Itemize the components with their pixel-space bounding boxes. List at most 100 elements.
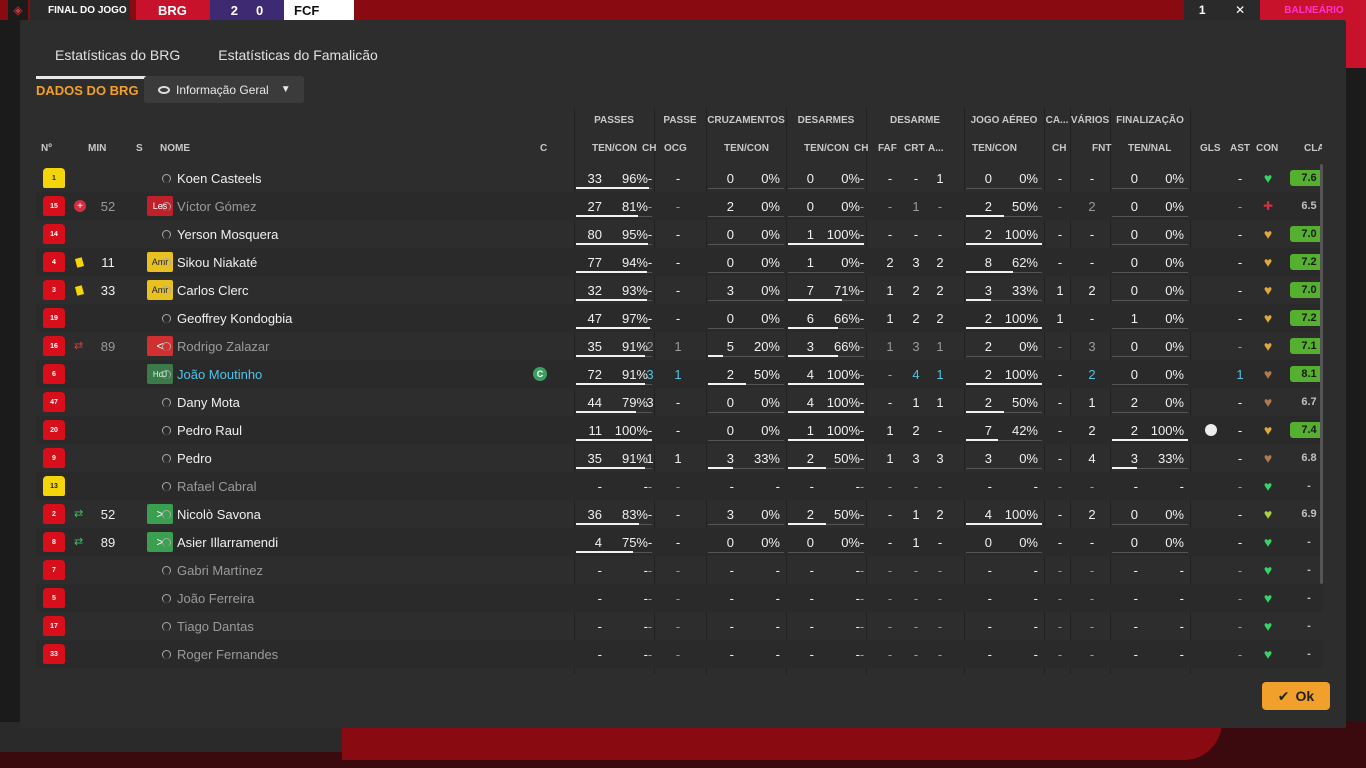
column-header-ast[interactable]: AST: [1230, 143, 1254, 154]
player-name[interactable]: Geoffrey Kondogbia: [162, 304, 522, 332]
table-row[interactable]: 17 Tiago Dantas - - - - - - - - - - - - - - - - - - - ♥ -: [36, 612, 1322, 640]
table-row[interactable]: 4 11 Amr Sikou Niakaté 77 94% - -0 0% 1 0% -2 3 2 8 62%…: [36, 248, 1322, 276]
player-name[interactable]: João Ferreira: [162, 584, 522, 612]
player-name[interactable]: Dany Mota: [162, 388, 522, 416]
player-name-text[interactable]: Geoffrey Kondogbia: [177, 311, 292, 326]
column-header-c[interactable]: C: [540, 143, 560, 154]
table-row[interactable]: 13 Rafael Cabral - - - - - - - - - - - - - - - - - - - ♥ -: [36, 472, 1322, 500]
desarme-crt: 2: [912, 310, 920, 326]
passe-ch: -: [647, 170, 653, 186]
player-name[interactable]: Tiago Dantas: [162, 612, 522, 640]
table-row[interactable]: 19 Geoffrey Kondogbia 47 97% - -0 0% 6 66% -1 2 2 2 1…: [36, 304, 1322, 332]
section-title: DADOS DO BRG: [36, 83, 139, 98]
table-row[interactable]: 5 João Ferreira - - - - - - - - - - - - - - - - - - - ♥ -: [36, 584, 1322, 612]
player-name-text[interactable]: Carlos Clerc: [177, 283, 249, 298]
player-name[interactable]: Pedro: [162, 444, 522, 472]
column-header-passe_ch[interactable]: CH: [642, 143, 662, 154]
rating-badge: 7.2: [1290, 254, 1322, 270]
column-header-s[interactable]: S: [136, 143, 156, 154]
column-header-fnt[interactable]: FNT: [1092, 143, 1116, 154]
player-name[interactable]: Rodrigo Zalazar: [162, 332, 522, 360]
condition-heart-icon: ♥: [1263, 646, 1273, 662]
player-name[interactable]: Sikou Niakaté: [162, 248, 522, 276]
column-header-des_faf[interactable]: FAF: [878, 143, 902, 154]
player-name-text[interactable]: João Ferreira: [177, 591, 254, 606]
player-name-text[interactable]: Rodrigo Zalazar: [177, 339, 270, 354]
tab-famalicao-stats[interactable]: Estatísticas do Famalicão: [199, 42, 397, 79]
desarme-ch: -: [859, 394, 865, 410]
stat-bar-fill: [788, 327, 838, 329]
player-name-text[interactable]: Nicolò Savona: [177, 507, 261, 522]
column-header-passe_ocg[interactable]: OCG: [664, 143, 692, 154]
minute: [96, 640, 120, 668]
table-row[interactable]: 14 Yerson Mosquera 80 95% - -0 0% 1 100% - - - -2 100…: [36, 220, 1322, 248]
column-header-gls[interactable]: GLS: [1200, 143, 1224, 154]
ok-button[interactable]: ✔ Ok: [1262, 682, 1330, 710]
player-name[interactable]: Rafael Cabral: [162, 472, 522, 500]
table-row[interactable]: 8 ⇄ 89 > Asier Illarramendi 4 75% - -0 0% 0 0% - -1-0…: [36, 528, 1322, 556]
player-name[interactable]: Víctor Gómez: [162, 192, 522, 220]
player-name[interactable]: Yerson Mosquera: [162, 220, 522, 248]
desarme-a: 2: [936, 282, 944, 298]
dressing-room-button[interactable]: BALNEÁRIO: [1262, 0, 1366, 20]
player-name-text[interactable]: Gabri Martínez: [177, 563, 263, 578]
player-name-text[interactable]: Yerson Mosquera: [177, 227, 278, 242]
player-name[interactable]: Carlos Clerc: [162, 276, 522, 304]
player-name-text[interactable]: Pedro Raul: [177, 423, 242, 438]
table-row[interactable]: 3 33 Amr Carlos Clerc 32 93% - -3 0% 7 71% -1 2 2 3 33%…: [36, 276, 1322, 304]
table-row[interactable]: 6 HdJ João Moutinho C 72 91% 3 1 2 50% 4 100% - -4 1 2 1…: [36, 360, 1322, 388]
player-name[interactable]: Roger Fernandes: [162, 640, 522, 668]
table-scrollbar[interactable]: [1320, 164, 1323, 584]
group-header-desarme: DESARME: [889, 115, 940, 126]
player-name-text[interactable]: Pedro: [177, 451, 212, 466]
player-name[interactable]: João Moutinho: [162, 360, 522, 388]
column-header-ca_ch[interactable]: CH: [1052, 143, 1072, 154]
player-name-text[interactable]: Víctor Gómez: [177, 199, 256, 214]
player-name-text[interactable]: Sikou Niakaté: [177, 255, 257, 270]
column-header-min[interactable]: MIN: [88, 143, 118, 154]
table-row[interactable]: 1 Koen Casteels 33 96% - -0 0% 0 0% - - -1 0 0% - -0 0% -…: [36, 164, 1322, 192]
table-row[interactable]: 20 Pedro Raul 11 100% - -0 0% 1 100% -1 2-7 42% -2 2 1…: [36, 416, 1322, 444]
player-name[interactable]: Gabri Martínez: [162, 556, 522, 584]
player-name[interactable]: Pedro Raul: [162, 416, 522, 444]
player-name-text[interactable]: Asier Illarramendi: [177, 535, 278, 550]
column-header-des_crt[interactable]: CRT: [904, 143, 928, 154]
match-controls[interactable]: 1 ✕: [1184, 0, 1260, 20]
column-header-nome[interactable]: NOME: [160, 143, 240, 154]
tab-brg-stats[interactable]: Estatísticas do BRG: [36, 42, 200, 79]
player-name-text[interactable]: Rafael Cabral: [177, 479, 257, 494]
table-row[interactable]: 33 Roger Fernandes - - - - - - - - - - - - - - - - - - - ♥ -: [36, 640, 1322, 668]
minute: 33: [100, 282, 116, 298]
table-row[interactable]: 15 +52 Les Víctor Gómez 27 81% - -2 0% 0 0% - -1-2 50…: [36, 192, 1322, 220]
view-dropdown[interactable]: Informação Geral ▼: [144, 76, 304, 103]
table-row[interactable]: 16 ⇄ 89 < Rodrigo Zalazar 35 91% 2 1 5 20% 3 66% -1 3 1…: [36, 332, 1322, 360]
player-name-text[interactable]: Tiago Dantas: [177, 619, 254, 634]
stat-bar-track: [1112, 300, 1188, 301]
column-header-aereo[interactable]: TEN/CON: [972, 143, 1032, 154]
column-header-cla[interactable]: CLA: [1304, 143, 1322, 154]
column-header-cruz[interactable]: TEN/CON: [724, 143, 784, 154]
rating-badge: -: [1307, 564, 1311, 576]
condition-heart-icon: ♥: [1263, 478, 1273, 494]
column-header-des_ch[interactable]: CH: [854, 143, 874, 154]
table-row[interactable]: 9 Pedro 35 91% 1 1 3 33% 2 50% -1 3 3 3 0% -4 3 33% - ♥ 6.8: [36, 444, 1322, 472]
control-count[interactable]: 1: [1199, 3, 1206, 17]
player-name-text[interactable]: João Moutinho: [177, 367, 262, 382]
shirt-number-icon: 4: [43, 252, 65, 272]
column-header-con[interactable]: CON: [1256, 143, 1286, 154]
table-row[interactable]: 47 Dany Mota 44 79% 3-0 0% 4 100% - -1 1 2 50% -1 2 0% -…: [36, 388, 1322, 416]
column-header-des_a[interactable]: A...: [928, 143, 952, 154]
stat-attempts: -: [597, 646, 602, 662]
player-name[interactable]: Nicolò Savona: [162, 500, 522, 528]
table-row[interactable]: 7 Gabri Martínez - - - - - - - - - - - - - - - - - - - ♥ -: [36, 556, 1322, 584]
player-name-text[interactable]: Roger Fernandes: [177, 647, 278, 662]
player-name[interactable]: Koen Casteels: [162, 164, 522, 192]
player-name[interactable]: Asier Illarramendi: [162, 528, 522, 556]
close-icon[interactable]: ✕: [1235, 3, 1245, 17]
player-name-text[interactable]: Koen Casteels: [177, 171, 262, 186]
column-header-fin[interactable]: TEN/NAL: [1128, 143, 1188, 154]
player-name-text[interactable]: Dany Mota: [177, 395, 240, 410]
column-header-num[interactable]: Nº: [41, 143, 61, 154]
stat-bar-track: [708, 300, 784, 301]
table-row[interactable]: 2 ⇄ 52 > Nicolò Savona 36 83% - -3 0% 2 50% - -1 2 4 100…: [36, 500, 1322, 528]
